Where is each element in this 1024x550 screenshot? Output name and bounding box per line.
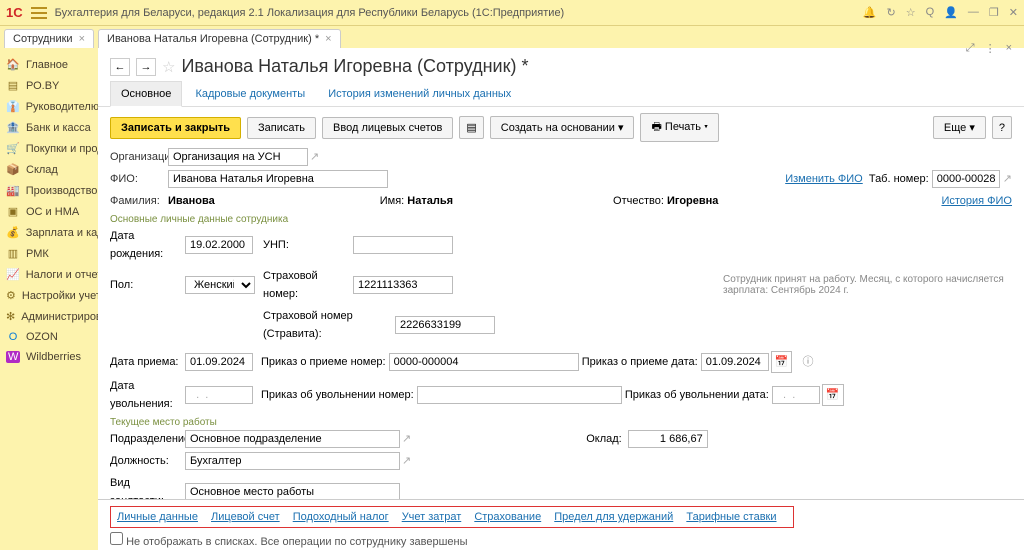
menu-icon[interactable] [31,7,47,19]
menu-dots-icon[interactable]: ⋮ [985,48,996,55]
sidebar-item[interactable]: 📦Склад [0,159,98,180]
user-icon[interactable]: 👤 [944,6,958,19]
detach-icon[interactable]: ⤢ [966,48,975,55]
unp-input[interactable] [353,236,453,254]
footer-link[interactable]: Страхование [474,511,541,523]
sex-select[interactable]: Женский [185,276,255,294]
min-icon[interactable]: — [968,6,979,19]
salary-input[interactable] [628,430,708,448]
sidebar-item[interactable]: 🏠Главное [0,54,98,75]
insnum-input[interactable] [353,276,453,294]
print-button[interactable]: 🖶 Печать ▾ [640,113,719,142]
app-topbar: 1С Бухгалтерия для Беларуси, редакция 2.… [0,0,1024,26]
subtab-history[interactable]: История изменений личных данных [318,82,521,106]
open-icon[interactable]: ↗ [310,148,319,166]
footer-link[interactable]: Подоходный налог [293,511,389,523]
footer-link[interactable]: Тарифные ставки [686,511,776,523]
open-icon[interactable]: ↗ [402,430,411,448]
calendar-icon[interactable]: 📅 [822,384,844,406]
close-panel-icon[interactable]: × [1006,48,1012,55]
tab-employees[interactable]: Сотрудники× [4,29,94,48]
star-icon[interactable]: ☆ [906,6,916,19]
sidebar-item[interactable]: 🏦Банк и касса [0,117,98,138]
subtabs: Основное Кадровые документы История изме… [98,81,1024,107]
search-icon[interactable]: Q [926,6,935,19]
footer-links: Личные данные Лицевой счет Подоходный на… [110,506,794,528]
sidebar-item[interactable]: ⚙Настройки учета [0,285,98,306]
bell-icon[interactable]: 🔔 [863,6,877,19]
tab-close-icon[interactable]: × [79,33,85,45]
sidebar-item[interactable]: 🏭Производство [0,180,98,201]
save-button[interactable]: Записать [247,117,316,139]
info-icon: ⓘ [802,353,813,371]
sidebar-item[interactable]: 👔Руководителю [0,96,98,117]
sidebar-item[interactable]: ▤РО.BY [0,75,98,96]
sidebar-item[interactable]: 🛒Покупки и продажи [0,138,98,159]
dep-input[interactable] [185,430,400,448]
sidebar: 🏠Главное ▤РО.BY 👔Руководителю 🏦Банк и ка… [0,48,98,550]
logo-1c: 1С [6,5,23,20]
favorite-icon[interactable]: ☆ [162,58,175,76]
footer: Личные данные Лицевой счет Подоходный на… [98,499,1024,550]
list-icon-button[interactable]: ▤ [459,116,483,139]
org-input[interactable] [168,148,308,166]
birthdate-input[interactable] [185,236,253,254]
open-icon[interactable]: ↗ [1003,173,1012,185]
change-fio-link[interactable]: Изменить ФИО [785,173,863,185]
back-button[interactable]: ← [110,58,130,76]
sidebar-item[interactable]: WWildberries [0,347,98,367]
sidebar-item[interactable]: OOZON [0,327,98,347]
tab-close-icon[interactable]: × [325,33,331,45]
home-icon: 🏠 [6,58,20,71]
insnum2-input[interactable] [395,316,495,334]
subtab-main[interactable]: Основное [110,81,182,107]
hide-checkbox[interactable] [110,532,123,545]
top-icons: 🔔 ↻ ☆ Q 👤 — ❐ ✕ [863,6,1018,19]
hire-note: Сотрудник принят на работу. Месяц, с кот… [723,274,1023,296]
help-button[interactable]: ? [992,116,1012,139]
max-icon[interactable]: ❐ [989,6,999,19]
sidebar-item[interactable]: 💰Зарплата и кадры [0,222,98,243]
open-icon[interactable]: ↗ [402,452,411,470]
page-title: Иванова Наталья Игоревна (Сотрудник) * [181,56,528,77]
tabnum-input[interactable] [932,170,1000,188]
sidebar-item[interactable]: ▣ОС и НМА [0,201,98,222]
app-title: Бухгалтерия для Беларуси, редакция 2.1 Л… [55,7,565,19]
footer-link[interactable]: Предел для удержаний [554,511,673,523]
tab-employee-card[interactable]: Иванова Наталья Игоревна (Сотрудник) *× [98,29,341,48]
fio-input[interactable] [168,170,388,188]
create-based-button[interactable]: Создать на основании ▾ [490,116,635,139]
ordernum-input[interactable] [389,353,579,371]
subtab-docs[interactable]: Кадровые документы [185,82,315,106]
accounts-button[interactable]: Ввод лицевых счетов [322,117,453,139]
hiredate-input[interactable] [185,353,253,371]
sidebar-item[interactable]: ▥РМК [0,243,98,264]
calendar-icon[interactable]: 📅 [771,351,793,373]
history-icon[interactable]: ↻ [887,6,896,19]
footer-link[interactable]: Личные данные [117,511,198,523]
more-button[interactable]: Еще ▾ [933,116,986,139]
form-body: Организация: ↗ ФИО: Изменить ФИО Таб. но… [98,148,1024,499]
emptype-input[interactable] [185,483,400,499]
tab-bar: Сотрудники× Иванова Наталья Игоревна (Со… [0,26,1024,48]
history-fio-link[interactable]: История ФИО [941,192,1012,210]
fireordernum-input[interactable] [417,386,622,404]
pos-input[interactable] [185,452,400,470]
forward-button[interactable]: → [136,58,156,76]
footer-link[interactable]: Учет затрат [402,511,462,523]
close-icon[interactable]: ✕ [1009,6,1018,19]
firedate-input[interactable] [185,386,253,404]
toolbar: Записать и закрыть Записать Ввод лицевых… [98,107,1024,148]
orderdate-input[interactable] [701,353,769,371]
sidebar-item[interactable]: 📈Налоги и отчетность [0,264,98,285]
fireorderdate-input[interactable] [772,386,820,404]
footer-link[interactable]: Лицевой счет [211,511,280,523]
save-close-button[interactable]: Записать и закрыть [110,117,241,139]
sidebar-item[interactable]: ✻Администрирование [0,306,98,327]
